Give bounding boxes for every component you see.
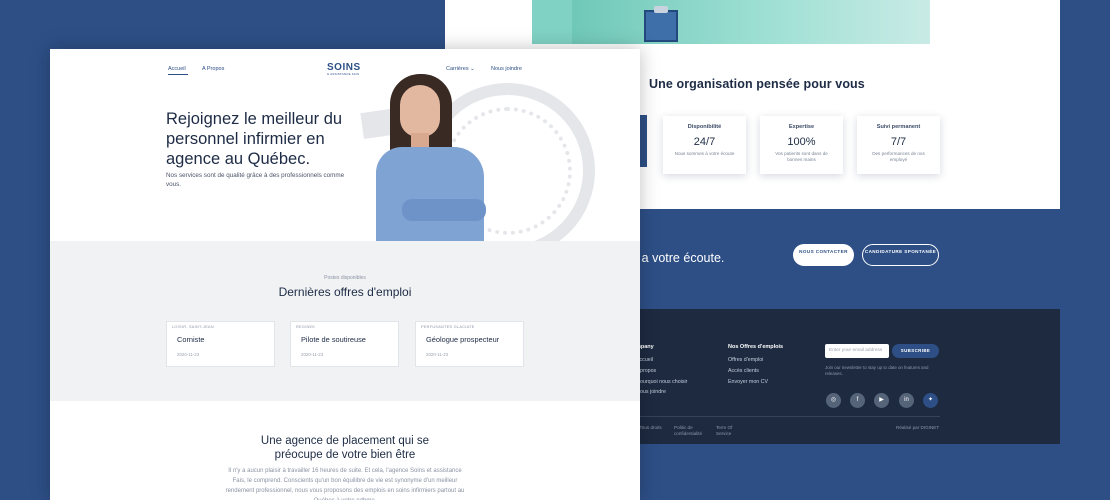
footer-link-why[interactable]: ourquoi nous choisir [640,379,687,385]
job-title: Pilote de soutireuse [301,335,366,344]
agency-title-line-2: préocupe de votre bien être [274,449,416,461]
job-card[interactable]: LOISIR, SAINT-JEAN Corniste 2020-11-23 [166,321,275,367]
nurse-scrubs-image [572,0,930,44]
feature-card-expertise: Expertise 100% Vos patients sont dans de… [760,116,843,174]
copyright-text: . Tous droits [637,425,662,430]
youtube-icon[interactable]: ▶ [874,393,889,408]
nurse-arms [402,199,486,221]
feature-card-followup: Suivi permanent 7/7 Des performances de … [857,116,940,174]
apply-button[interactable]: CANDIDATURE SPONTANÉE [862,244,939,266]
job-title: Corniste [177,335,205,344]
jobs-title: Dernières offres d'emploi [278,285,412,299]
credit-text: Réalisé par DIGINET [896,425,940,430]
footer-link-contact[interactable]: ous joindre [640,389,666,395]
jobs-kicker: Postes disponibles [324,275,366,281]
nurse-face [400,85,440,137]
footer-offers-title: Nos Offres d'emplois [728,344,784,350]
instagram-icon[interactable]: ◎ [826,393,841,408]
job-region: LOISIR, SAINT-JEAN [172,325,214,329]
feature-card-availability: Disponibilité 24/7 Nous sommes à votre é… [663,116,746,174]
twitter-icon[interactable]: ✦ [923,393,938,408]
terms-link[interactable]: Term Of Service [716,425,740,437]
feature-title: Disponibilité [687,124,722,130]
job-region: PERFUSANTES GLACIATE [421,325,475,329]
footer-divider [635,416,940,417]
job-card[interactable]: REGINEK Pilote de soutireuse 2020-11-23 [290,321,399,367]
feature-desc: Des performances de nos employé [872,151,925,162]
hero-photo-strip [532,0,930,44]
clipboard-image [644,6,678,42]
contact-button[interactable]: NOUS CONTACTER [793,244,854,266]
job-date: 2020-11-23 [177,352,200,357]
hero-title: Rejoignez le meilleur du personnel infir… [166,110,343,168]
chevron-down-icon: ⌄ [470,66,475,72]
feature-title: Expertise [788,124,815,130]
subscribe-button[interactable]: SUBSCRIBE [892,344,939,358]
feature-value: 7/7 [890,136,907,148]
privacy-link[interactable]: Politic de confidentialité [674,425,710,437]
footer-link-jobs[interactable]: Offres d'emploi [728,357,763,363]
newsletter-text: Join our newsletter to stay up to date o… [825,365,929,376]
logo-subtitle: & ASSISTANCE FAIS [327,72,360,76]
accent-bar [640,115,647,167]
agency-title-line-1: Une agence de placement qui se [260,435,430,447]
footer-link-send-cv[interactable]: Envoyer mon CV [728,379,768,385]
nav-careers-label: Carrières [446,66,469,72]
feature-desc: Nous sommes à votre écoute [674,151,735,156]
nav-careers[interactable]: Carrières ⌄ [446,66,475,72]
job-title: Géologue prospecteur [426,335,500,344]
organisation-title: Une organisation pensée pour vous [649,77,865,91]
front-page-mockup: Accueil A Propos Carrières ⌄ Nous joindr… [50,49,640,500]
facebook-icon[interactable]: f [850,393,865,408]
newsletter-email-input[interactable]: Enter your email address [825,344,889,358]
linkedin-icon[interactable]: in [899,393,914,408]
feature-value: 24/7 [693,136,716,148]
footer-link-clients[interactable]: Accès clients [728,368,759,374]
nav-join[interactable]: Nous joindre [491,66,522,72]
job-card[interactable]: PERFUSANTES GLACIATE Géologue prospecteu… [415,321,524,367]
nurse-scrubs [376,147,484,242]
feature-title: Suivi permanent [876,124,921,130]
feature-value: 100% [787,136,816,148]
active-nav-indicator [168,74,188,75]
job-date: 2020-11-23 [301,352,324,357]
feature-desc: Vos patients sont dans de bonnes mains [775,151,828,162]
jobs-section: Postes disponibles Dernières offres d'em… [50,241,640,401]
footer-link-about[interactable]: propos [640,368,656,374]
agency-text: Il n'y a aucun plaisir à travailler 16 h… [225,468,465,500]
nav-home[interactable]: Accueil [168,66,186,72]
nav-about[interactable]: A Propos [202,66,224,72]
hero-subtitle: Nos services sont de qualité grâce à des… [166,172,345,188]
job-region: REGINEK [296,325,316,329]
job-date: 2020-11-23 [426,352,449,357]
agency-title: Une agence de placement qui se préocupe … [50,434,640,462]
